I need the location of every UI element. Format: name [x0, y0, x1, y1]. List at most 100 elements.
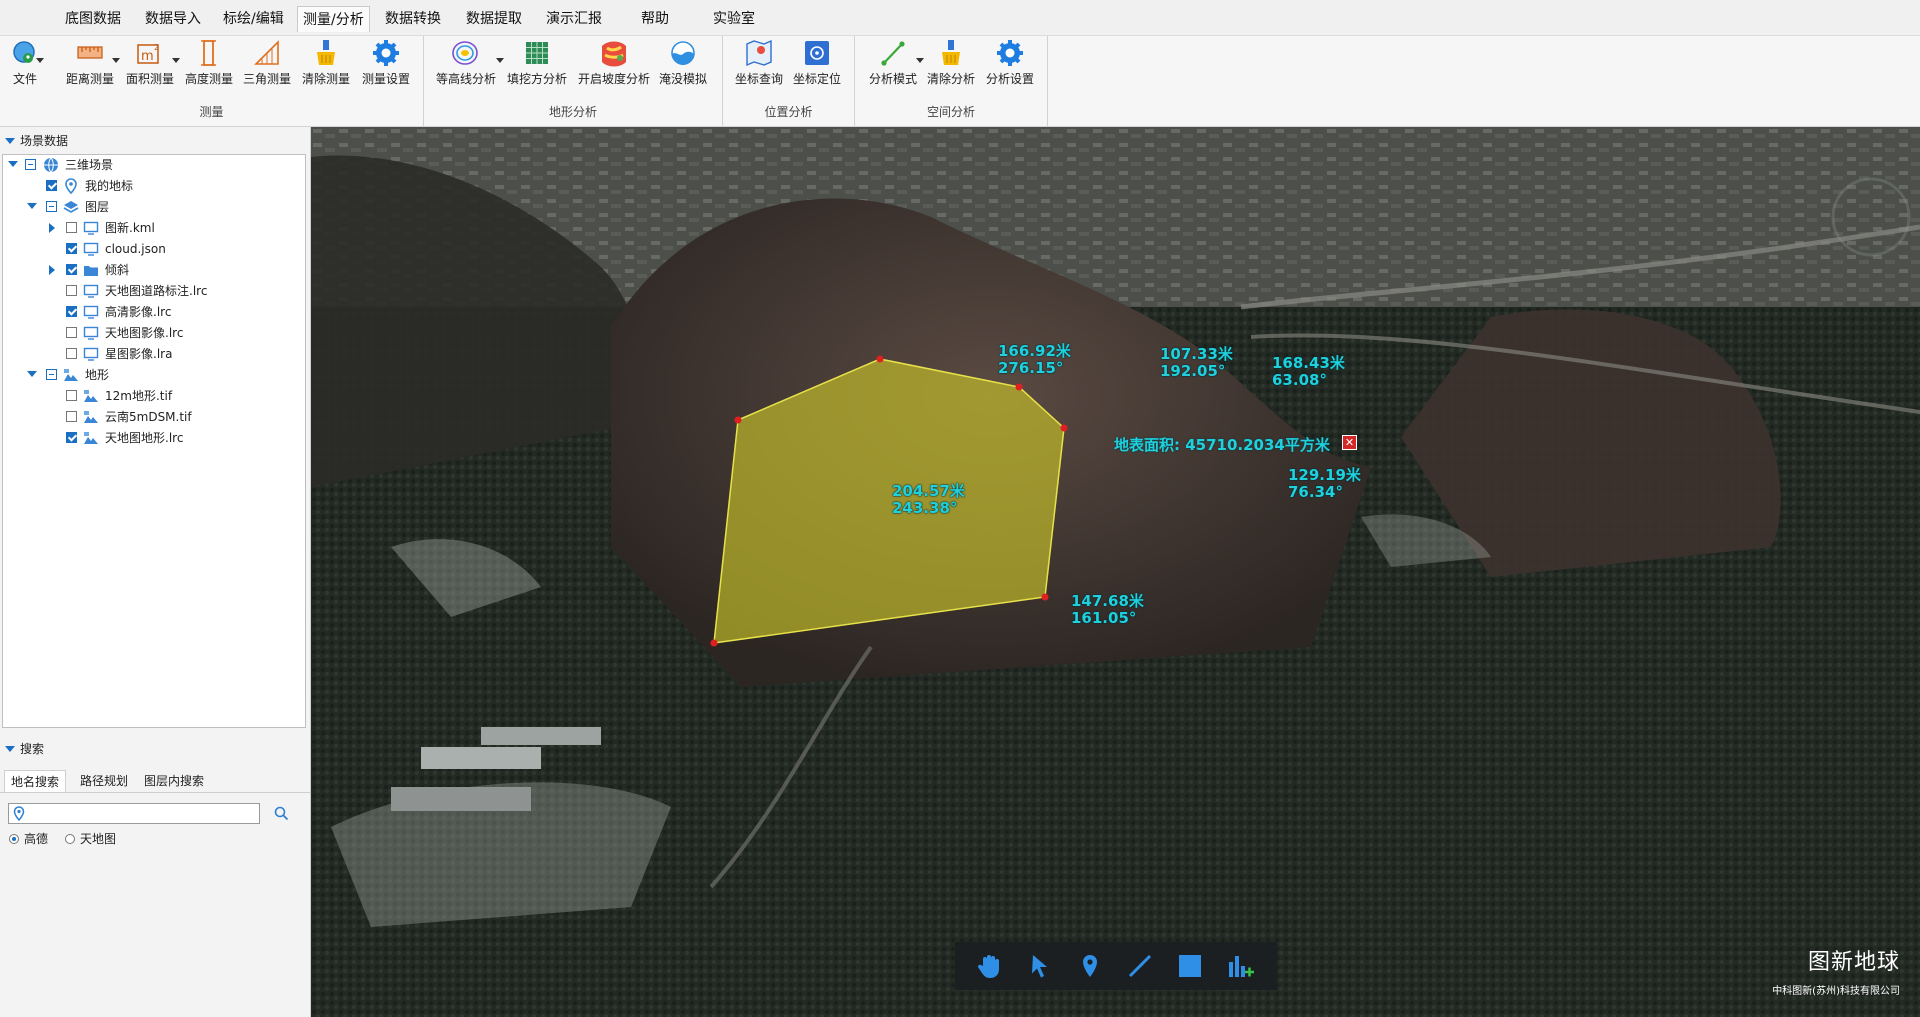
tree-node-layer[interactable]: 天地图影像.lrc	[3, 323, 303, 343]
analysis-mode-button[interactable]: 分析模式	[866, 36, 924, 104]
segment-label: 107.33米 192.05°	[1160, 345, 1233, 380]
tree-node-terrain-layer[interactable]: 云南5mDSM.tif	[3, 407, 303, 427]
tree-checkbox[interactable]	[46, 201, 57, 212]
ruler-icon	[77, 46, 103, 59]
tree-node-layer[interactable]: 高清影像.lrc	[3, 302, 303, 322]
tab-place-search[interactable]: 地名搜索	[4, 770, 67, 792]
height-measure-button[interactable]: 高度测量	[183, 36, 235, 104]
expand-icon[interactable]	[8, 161, 18, 167]
close-measurement-button[interactable]: ✕	[1342, 435, 1357, 450]
tree-node-layer[interactable]: cloud.json	[3, 239, 303, 259]
slope-analysis-button[interactable]: 开启坡度分析	[576, 36, 652, 104]
tree-checkbox[interactable]	[66, 432, 77, 443]
tree-checkbox[interactable]	[66, 348, 77, 359]
tree-checkbox[interactable]	[66, 327, 77, 338]
tree-checkbox[interactable]	[46, 369, 57, 380]
coordinate-locate-button[interactable]: 坐标定位	[790, 36, 844, 104]
segment-label: 166.92米 276.15°	[998, 342, 1071, 377]
file-button[interactable]: 文件	[6, 36, 44, 104]
search-input[interactable]	[8, 803, 260, 824]
segment-label: 168.43米 63.08°	[1272, 354, 1345, 389]
distance-measure-button[interactable]: 距离测量	[64, 36, 120, 104]
grid-volume-icon	[526, 42, 548, 64]
expand-icon[interactable]	[49, 223, 55, 233]
tree-node-layers[interactable]: 图层	[3, 197, 303, 217]
3d-map-view[interactable]: 166.92米 276.15° 107.33米 192.05° 168.43米 63.…	[311, 127, 1920, 1017]
terrain-icon	[84, 390, 98, 402]
draw-line-icon[interactable]	[1125, 952, 1155, 980]
segment-label: 147.68米 161.05°	[1071, 592, 1144, 627]
svg-text:m: m	[141, 49, 154, 64]
menu-basemap[interactable]: 底图数据	[60, 6, 126, 32]
scene-data-header[interactable]: 场景数据	[0, 129, 311, 153]
menu-plot-edit[interactable]: 标绘/编辑	[218, 6, 289, 32]
tree-checkbox[interactable]	[66, 285, 77, 296]
monitor-icon	[83, 284, 99, 298]
expand-icon[interactable]	[27, 371, 37, 377]
tree-node-layer[interactable]: 倾斜	[3, 260, 303, 280]
expand-icon[interactable]	[49, 265, 55, 275]
menu-lab[interactable]: 实验室	[708, 6, 760, 32]
gear-icon	[373, 40, 399, 66]
coordinate-query-button[interactable]: 坐标查询	[732, 36, 786, 104]
tree-node-layer[interactable]: 天地图道路标注.lrc	[3, 281, 303, 301]
clear-analysis-button[interactable]: 清除分析	[925, 36, 977, 104]
source-radio-tianditu[interactable]	[65, 834, 75, 844]
source-label-amap: 高德	[24, 832, 49, 846]
triangle-measure-button[interactable]: 三角测量	[241, 36, 293, 104]
menu-presentation[interactable]: 演示汇报	[541, 6, 607, 32]
tree-checkbox[interactable]	[66, 222, 77, 233]
height-icon	[201, 40, 216, 66]
group-label-measure: 测量	[199, 105, 224, 119]
flood-simulation-button[interactable]: 淹没模拟	[656, 36, 710, 104]
tab-layer-search[interactable]: 图层内搜索	[138, 770, 210, 792]
clear-measure-button[interactable]: 清除测量	[300, 36, 352, 104]
search-icon[interactable]	[274, 806, 289, 821]
source-label-tianditu: 天地图	[80, 832, 117, 846]
area-measure-button[interactable]: m 2 面积测量	[124, 36, 180, 104]
monitor-icon	[83, 242, 99, 256]
tree-checkbox[interactable]	[25, 159, 36, 170]
tree-node-3d-scene[interactable]: 三维场景	[3, 155, 303, 175]
tree-node-layer[interactable]: 星图影像.lra	[3, 344, 303, 364]
cut-fill-analysis-button[interactable]: 填挖方分析	[506, 36, 568, 104]
measure-settings-button[interactable]: 测量设置	[358, 36, 414, 104]
segment-label: 204.57米 243.38°	[892, 482, 965, 517]
menu-import[interactable]: 数据导入	[140, 6, 206, 32]
tree-node-terrain[interactable]: 地形	[3, 365, 303, 385]
tree-checkbox[interactable]	[46, 180, 57, 191]
tree-checkbox[interactable]	[66, 243, 77, 254]
line-segment-icon	[881, 41, 905, 66]
tree-node-layer[interactable]: 图新.kml	[3, 218, 303, 238]
menu-measure-analysis[interactable]: 测量/分析	[297, 6, 370, 32]
location-pin-icon	[13, 806, 25, 821]
triangle-icon	[254, 40, 279, 65]
slope-map-icon	[602, 41, 626, 67]
tree-checkbox[interactable]	[66, 306, 77, 317]
pan-hand-icon[interactable]	[975, 952, 1005, 980]
analysis-settings-button[interactable]: 分析设置	[983, 36, 1037, 104]
tree-checkbox[interactable]	[66, 411, 77, 422]
place-marker-icon[interactable]	[1075, 952, 1105, 980]
tree-node-terrain-layer[interactable]: 天地图地形.lrc	[3, 428, 303, 448]
tab-route-planning[interactable]: 路径规划	[74, 770, 134, 792]
select-arrow-icon[interactable]	[1025, 952, 1055, 980]
map-tool-bar	[955, 942, 1277, 990]
draw-polygon-icon[interactable]	[1175, 952, 1205, 980]
menu-help[interactable]: 帮助	[636, 6, 674, 32]
menu-bar: 底图数据 数据导入 标绘/编辑 测量/分析 数据转换 数据提取 演示汇报 帮助 …	[0, 0, 1920, 36]
tree-checkbox[interactable]	[66, 264, 77, 275]
search-header[interactable]: 搜索	[0, 737, 311, 761]
bar-chart-add-icon[interactable]	[1225, 952, 1255, 980]
group-label-location: 位置分析	[764, 105, 813, 119]
tree-node-my-landmarks[interactable]: 我的地标	[3, 176, 303, 196]
contour-analysis-button[interactable]: 等高线分析	[434, 36, 504, 104]
menu-convert[interactable]: 数据转换	[380, 6, 446, 32]
tree-checkbox[interactable]	[66, 390, 77, 401]
source-radio-amap[interactable]	[9, 834, 19, 844]
expand-icon[interactable]	[27, 203, 37, 209]
segment-label: 129.19米 76.34°	[1288, 466, 1361, 501]
menu-extract[interactable]: 数据提取	[461, 6, 527, 32]
map-pin-icon	[746, 39, 772, 67]
tree-node-terrain-layer[interactable]: 12m地形.tif	[3, 386, 303, 406]
